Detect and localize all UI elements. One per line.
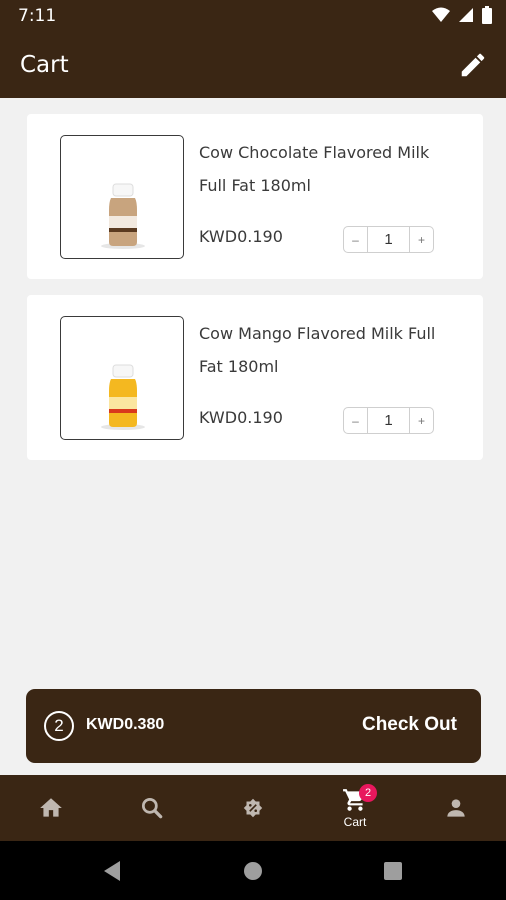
cart-item: Cow Mango Flavored Milk Full Fat 180ml K… <box>27 295 483 460</box>
product-price: KWD0.190 <box>199 227 283 246</box>
checkout-button[interactable]: Check Out <box>362 714 457 736</box>
status-icons <box>432 6 492 24</box>
checkout-bar: 2 KWD0.380 Check Out <box>26 689 481 763</box>
system-nav-bar <box>0 841 506 900</box>
battery-icon <box>482 6 492 24</box>
nav-cart-label: Cart <box>343 815 367 829</box>
back-icon[interactable] <box>102 860 122 882</box>
product-price: KWD0.190 <box>199 408 283 427</box>
status-bar: 7:11 <box>0 0 506 32</box>
product-image[interactable] <box>60 316 184 440</box>
pencil-icon <box>461 53 485 77</box>
nav-search[interactable] <box>112 775 192 841</box>
cart-badge: 2 <box>359 784 377 802</box>
product-name: Cow Chocolate Flavored Milk Full Fat 180… <box>199 143 430 195</box>
cart-total: KWD0.380 <box>86 716 165 733</box>
increase-button[interactable]: + <box>410 227 433 252</box>
decrease-button[interactable]: – <box>344 408 367 433</box>
product-image[interactable] <box>60 135 184 259</box>
milk-bottle-icon <box>101 183 145 249</box>
wifi-icon <box>432 7 450 22</box>
home-circle-icon[interactable] <box>243 861 263 881</box>
decrease-button[interactable]: – <box>344 227 367 252</box>
home-icon <box>40 798 62 817</box>
quantity-stepper: – 1 + <box>343 407 434 434</box>
nav-offers[interactable] <box>213 775 293 841</box>
app-bar: Cart <box>0 32 506 98</box>
quantity-value: 1 <box>367 227 410 252</box>
bottom-nav: Cart 2 <box>0 775 506 841</box>
cart-item: Cow Chocolate Flavored Milk Full Fat 180… <box>27 114 483 279</box>
page-title: Cart <box>20 52 69 78</box>
status-time: 7:11 <box>18 6 57 26</box>
recents-icon[interactable] <box>384 862 402 880</box>
milk-bottle-icon <box>101 364 145 430</box>
nav-profile[interactable] <box>416 775 496 841</box>
quantity-stepper: – 1 + <box>343 226 434 253</box>
product-name: Cow Mango Flavored Milk Full Fat 180ml <box>199 324 436 376</box>
nav-home[interactable] <box>11 775 91 841</box>
signal-icon <box>459 8 473 22</box>
quantity-value: 1 <box>367 408 410 433</box>
nav-cart[interactable]: Cart 2 <box>315 775 395 841</box>
search-icon <box>141 797 163 819</box>
profile-icon <box>447 799 465 817</box>
offers-icon <box>243 798 263 818</box>
increase-button[interactable]: + <box>410 408 433 433</box>
edit-button[interactable] <box>458 50 488 80</box>
item-count: 2 <box>44 711 74 741</box>
